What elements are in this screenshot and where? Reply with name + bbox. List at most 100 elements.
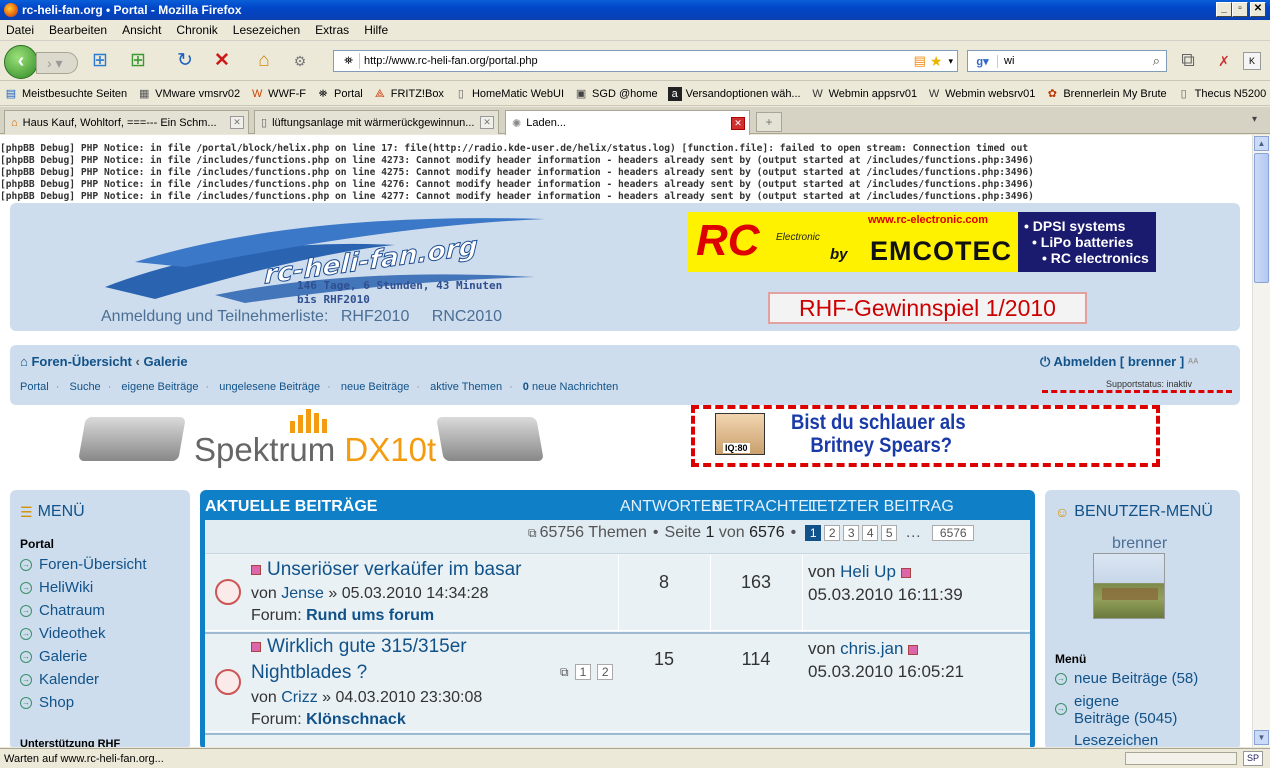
new-window-icon[interactable]: ⊞ [88, 49, 112, 73]
menu-lesezeichen[interactable]: Lesezeichen [233, 23, 300, 37]
bookmark-item[interactable]: W WWF-F [250, 87, 306, 101]
addon-x-icon[interactable]: ✗ [1212, 49, 1236, 73]
username[interactable]: brenner [1112, 535, 1167, 553]
spektrum-ad[interactable]: Spektrum DX10t [78, 407, 544, 468]
link-portal[interactable]: Portal [20, 381, 49, 393]
close-button[interactable]: ✕ [1250, 2, 1266, 17]
breadcrumb-galerie[interactable]: Galerie [143, 354, 187, 369]
bookmark-item[interactable]: W Webmin appsrv01 [811, 87, 917, 101]
k-icon[interactable]: K [1243, 52, 1261, 70]
menu-hilfe[interactable]: Hilfe [364, 23, 388, 37]
scroll-down-icon[interactable]: ▼ [1254, 730, 1269, 745]
page-4[interactable]: 4 [862, 525, 879, 541]
site-identity-icon[interactable]: ⛯ [338, 53, 360, 69]
new-post-icon [908, 644, 919, 655]
topic-title-line2[interactable]: Nightblades ? [251, 662, 367, 684]
page-5[interactable]: 5 [881, 525, 898, 541]
new-tab-button[interactable]: + [756, 112, 782, 132]
close-tab-icon[interactable]: ✕ [230, 116, 244, 129]
bookmark-item[interactable]: a Versandoptionen wäh... [667, 86, 801, 101]
home-icon[interactable]: ⌂ [252, 49, 276, 73]
gewinnspiel-banner[interactable]: RHF-Gewinnspiel 1/2010 [768, 292, 1087, 324]
menu-item-neue-beitraege[interactable]: → neue Beiträge (58) [1055, 670, 1198, 687]
sp-icon[interactable]: SP [1243, 751, 1263, 766]
bookmark-item[interactable]: ▤ Meistbesuchte Seiten [4, 87, 127, 101]
search-bar[interactable]: g▾ wi ⌕ [967, 50, 1167, 72]
rhf2010-link[interactable]: RHF2010 [341, 308, 409, 325]
minimize-button[interactable]: _ [1216, 2, 1232, 17]
tab-list-icon[interactable]: ▾ [1252, 114, 1257, 125]
bookmark-item[interactable]: ▯ Thecus N5200 [1177, 87, 1267, 101]
reload-icon[interactable]: ↻ [173, 49, 197, 73]
menu-item-kalender[interactable]: → Kalender [20, 671, 99, 688]
bookmark-star-icon[interactable]: ★ [930, 53, 943, 70]
bookmark-item[interactable]: ✿ Brennerlein My Brute [1045, 87, 1167, 101]
topic-page-1[interactable]: 1 [574, 664, 591, 680]
bookmark-item[interactable]: ▣ SGD @home [574, 87, 658, 101]
topic-page-2[interactable]: 2 [597, 664, 614, 680]
page-3[interactable]: 3 [843, 525, 860, 541]
link-suche[interactable]: Suche [69, 381, 100, 393]
bookmark-item[interactable]: ▦ VMware vmsrv02 [137, 87, 240, 101]
menu-item-galerie[interactable]: → Galerie [20, 648, 87, 665]
topic-title[interactable]: Wirklich gute 315/315er [251, 636, 467, 658]
close-tab-icon[interactable]: ✕ [731, 116, 745, 130]
link-ungelesene[interactable]: ungelesene Beiträge [219, 381, 320, 393]
link-eigene[interactable]: eigene Beiträge [121, 381, 198, 393]
url-bar[interactable]: ⛯ http://www.rc-heli-fan.org/portal.php … [333, 50, 958, 72]
new-tab-icon[interactable]: ⊞ [126, 49, 150, 73]
bookmark-item[interactable]: ⛯ Portal [316, 87, 363, 101]
britney-ad[interactable]: IQ:80 Bist du schlauer als Britney Spear… [691, 405, 1160, 467]
menu-ansicht[interactable]: Ansicht [122, 23, 161, 37]
url-dropdown-icon[interactable]: ▾ [948, 56, 953, 67]
page-last[interactable]: 6576 [932, 525, 975, 541]
addon-icon[interactable]: ⚙ [288, 49, 312, 73]
link-nachrichten[interactable]: 0 neue Nachrichten [523, 381, 618, 393]
scroll-up-icon[interactable]: ▲ [1254, 136, 1269, 151]
vertical-scrollbar[interactable]: ▲ ▼ [1252, 135, 1270, 747]
close-tab-icon[interactable]: ✕ [480, 116, 494, 129]
rnc2010-link[interactable]: RNC2010 [432, 308, 502, 325]
support-status-bar [1042, 390, 1232, 393]
url-text[interactable]: http://www.rc-heli-fan.org/portal.php [364, 55, 914, 67]
menu-extras[interactable]: Extras [315, 23, 349, 37]
scroll-thumb[interactable] [1254, 153, 1269, 283]
link-neue[interactable]: neue Beiträge [341, 381, 410, 393]
forward-button[interactable]: › ▾ [36, 52, 78, 74]
stop-icon[interactable]: ✕ [210, 49, 234, 73]
link-aktive[interactable]: aktive Themen [430, 381, 502, 393]
logout-link[interactable]: ⏻ Abmelden [ brenner ] ᴬᴬ [1040, 354, 1199, 370]
tab-haus-kauf[interactable]: ⌂ Haus Kauf, Wohltorf, ===--- Ein Schm..… [4, 110, 249, 134]
table-row[interactable] [205, 733, 1030, 747]
menu-datei[interactable]: Datei [6, 23, 34, 37]
bookmark-item[interactable]: ▯ HomeMatic WebUI [454, 87, 564, 101]
menu-item-lesezeichen[interactable]: →Lesezeichen [1055, 733, 1158, 747]
bookmark-item[interactable]: W Webmin websrv01 [927, 87, 1035, 101]
search-input[interactable]: wi [998, 55, 1153, 67]
menu-item-heliwiki[interactable]: → HeliWiki [20, 579, 93, 596]
search-icon[interactable]: ⌕ [1153, 53, 1160, 69]
maximize-button[interactable]: ▫ [1232, 2, 1248, 17]
tab-lueftungsanlage[interactable]: ▯ lüftungsanlage mit wärmerückgewinnun..… [254, 110, 499, 134]
menu-chronik[interactable]: Chronik [176, 23, 217, 37]
back-button[interactable]: ‹ [4, 45, 38, 79]
menu-bearbeiten[interactable]: Bearbeiten [49, 23, 107, 37]
page-1[interactable]: 1 [805, 525, 822, 541]
bookmarks-bar: ▤ Meistbesuchte Seiten ▦ VMware vmsrv02 WW… [0, 82, 1270, 106]
window-icon[interactable]: ⧉ [1176, 49, 1200, 73]
menu-item-chatraum[interactable]: → Chatraum [20, 602, 105, 619]
emcotec-ad[interactable]: www.rc-electronic.com RC Electronic by E… [688, 212, 1156, 272]
breadcrumb-foren[interactable]: Foren-Übersicht [31, 354, 131, 369]
menu-item-videothek[interactable]: → Videothek [20, 625, 105, 642]
menu-item-shop[interactable]: → Shop [20, 694, 74, 711]
menu-item-eigene-beitraege[interactable]: → eigene Beiträge (5045) [1055, 693, 1177, 727]
page-2[interactable]: 2 [824, 525, 841, 541]
search-engine-icon[interactable]: g▾ [968, 54, 998, 68]
topic-title[interactable]: Unseriöser verkaüfer im basar [251, 559, 521, 581]
tab-laden[interactable]: ✺ Laden... ✕ [505, 110, 750, 135]
font-size-icon[interactable]: ᴬᴬ [1188, 357, 1199, 369]
avatar[interactable] [1093, 553, 1165, 619]
menu-item-foren[interactable]: → Foren-Übersicht [20, 556, 147, 573]
bookmark-item[interactable]: ⟁ FRITZ!Box [373, 87, 444, 101]
rss-icon[interactable]: ▤ [914, 53, 926, 69]
